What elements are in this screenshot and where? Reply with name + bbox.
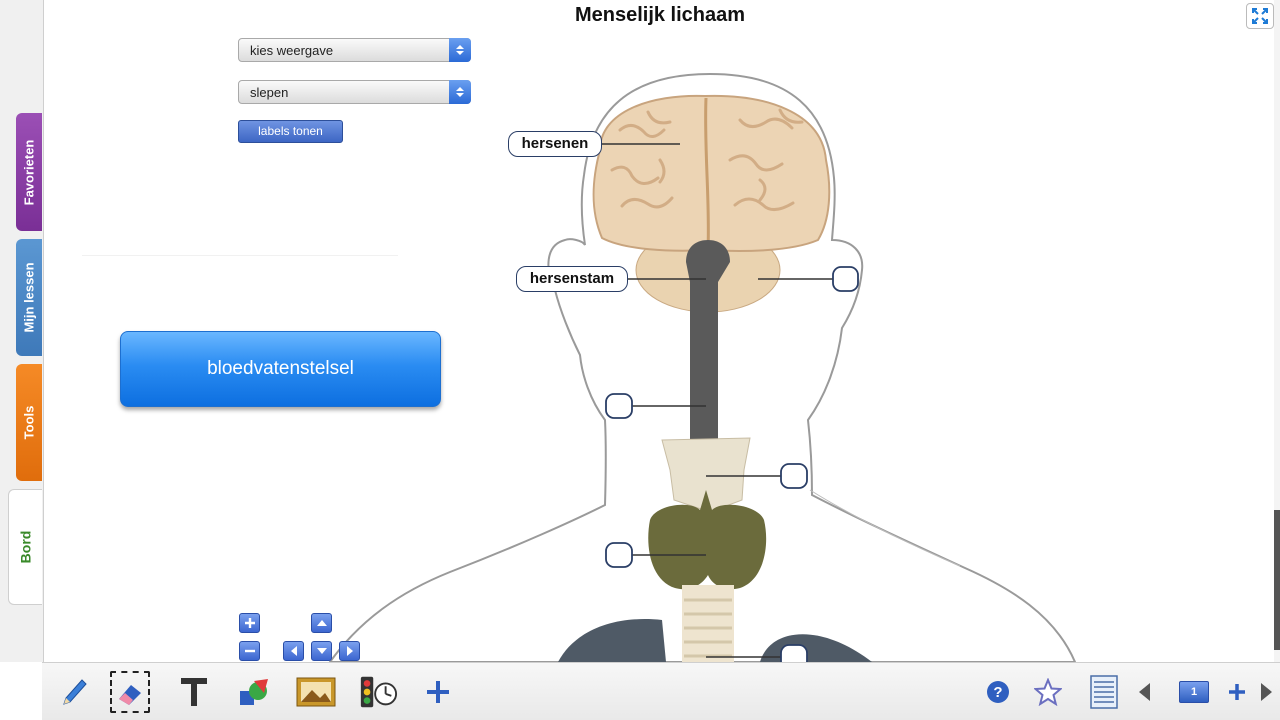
add-icon — [427, 681, 449, 703]
image-tool-button[interactable] — [296, 671, 336, 713]
next-page-button[interactable] — [1254, 671, 1278, 713]
text-tool-icon — [181, 678, 207, 706]
current-page-button[interactable]: 1 — [1174, 671, 1214, 713]
fullscreen-button[interactable] — [1246, 3, 1274, 29]
arrow-down-icon — [316, 648, 327, 654]
view-select-value: kies weergave — [250, 43, 334, 58]
page-list-icon — [1090, 675, 1118, 709]
favorite-star-icon — [1034, 678, 1062, 706]
pan-right-button[interactable] — [339, 641, 360, 661]
pan-down-button[interactable] — [311, 641, 332, 661]
page-icon: 1 — [1179, 681, 1209, 703]
zoom-in-button[interactable] — [239, 613, 260, 633]
pen-icon — [63, 679, 87, 705]
select-arrows-icon — [449, 38, 471, 62]
svg-text:?: ? — [993, 684, 1002, 701]
arrow-up-icon — [316, 620, 327, 626]
brain — [592, 94, 831, 252]
tab-board[interactable]: Bord — [8, 489, 42, 605]
tab-favorites[interactable]: Favorieten — [16, 113, 42, 231]
minus-icon — [244, 649, 255, 653]
next-page-icon — [1261, 683, 1272, 701]
tab-board-label: Bord — [17, 530, 34, 564]
scrollbar-thumb[interactable] — [1274, 510, 1280, 650]
side-tab-rail: Favorieten Mijn lessen Tools Bord — [0, 0, 44, 662]
add-page-icon — [1229, 684, 1245, 700]
tab-my-lessons[interactable]: Mijn lessen — [16, 239, 42, 356]
tab-favorites-label: Favorieten — [21, 139, 37, 205]
view-select[interactable]: kies weergave — [238, 38, 471, 62]
tab-tools[interactable]: Tools — [16, 364, 42, 481]
arrow-left-icon — [290, 646, 297, 656]
tab-tools-label: Tools — [21, 405, 37, 440]
show-labels-button[interactable]: labels tonen — [238, 120, 343, 143]
help-icon: ? — [987, 681, 1009, 703]
page-list-button[interactable] — [1084, 671, 1124, 713]
zoom-out-button[interactable] — [239, 641, 260, 661]
image-icon — [296, 677, 336, 707]
fullscreen-icon — [1252, 8, 1268, 24]
label-slot-4 — [605, 393, 633, 419]
label-slot-6 — [605, 542, 633, 568]
mode-select[interactable]: slepen — [238, 80, 471, 104]
timer-tool-button[interactable] — [358, 671, 398, 713]
vertical-scrollbar[interactable] — [1274, 0, 1280, 662]
eraser-tool-button[interactable] — [110, 671, 150, 713]
add-tool-button[interactable] — [418, 671, 458, 713]
prev-page-icon — [1139, 683, 1150, 701]
select-arrows-icon — [449, 80, 471, 104]
arrow-right-icon — [346, 646, 353, 656]
page-title: Menselijk lichaam — [574, 4, 746, 26]
shapes-icon — [240, 679, 268, 705]
previous-page-button[interactable] — [1130, 671, 1160, 713]
label-slot-3 — [832, 266, 859, 292]
add-page-button[interactable] — [1222, 671, 1252, 713]
whiteboard-stage: hersenen hersenstam Menselijk lichaam ki… — [0, 0, 1280, 720]
label-brainstem[interactable]: hersenstam — [516, 266, 628, 292]
divider — [82, 255, 398, 256]
pan-up-button[interactable] — [311, 613, 332, 633]
page-number: 1 — [1190, 686, 1198, 698]
pan-left-button[interactable] — [283, 641, 304, 661]
tab-my-lessons-label: Mijn lessen — [21, 262, 37, 333]
plus-icon — [244, 618, 255, 628]
help-button[interactable]: ? — [978, 671, 1018, 713]
text-tool-button[interactable] — [174, 671, 214, 713]
label-slot-5 — [780, 463, 808, 489]
shapes-tool-button[interactable] — [234, 671, 274, 713]
label-brain[interactable]: hersenen — [508, 131, 602, 157]
label-slot-7 — [780, 644, 808, 662]
timer-icon — [360, 676, 398, 708]
eraser-icon — [119, 685, 141, 705]
favorite-button[interactable] — [1028, 671, 1068, 713]
circulatory-system-button[interactable]: bloedvatenstelsel — [120, 331, 441, 407]
trachea — [682, 585, 734, 662]
bottom-toolbar: ? 1 — [42, 662, 1280, 720]
mode-select-value: slepen — [250, 85, 289, 100]
pen-tool-button[interactable] — [54, 671, 94, 713]
